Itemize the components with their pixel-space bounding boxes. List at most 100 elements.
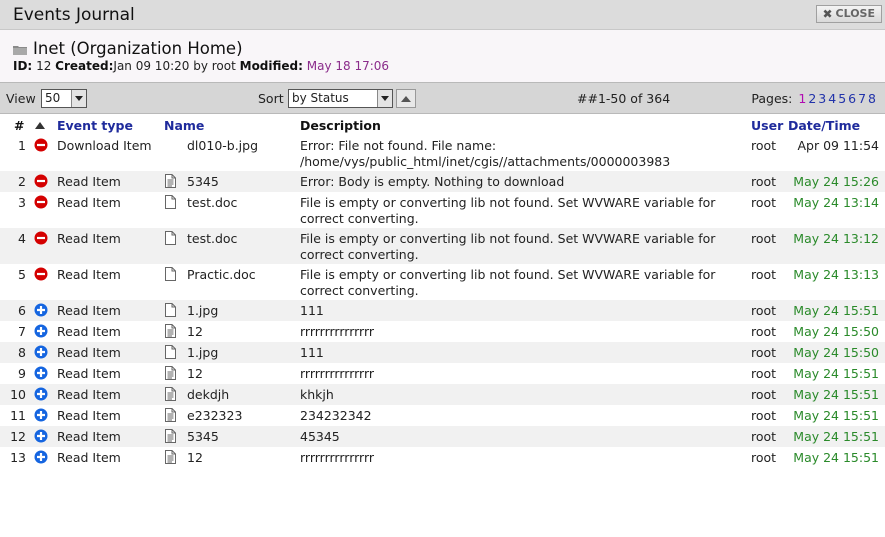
table-row[interactable]: 5 Read Item Practic.doc File is empty or co…: [0, 264, 885, 300]
page-link-2[interactable]: 2: [808, 91, 816, 106]
col-datetime[interactable]: Date/Time: [788, 118, 860, 133]
event-description: File is empty or converting lib not foun…: [300, 231, 716, 262]
blank-file-icon: [165, 345, 176, 362]
page-link-3[interactable]: 3: [818, 91, 826, 106]
table-row[interactable]: 1 Download Item dl010-b.jpg Error: File not…: [0, 135, 885, 171]
sort-asc-indicator-icon[interactable]: [35, 117, 45, 132]
event-type: Read Item: [57, 429, 121, 444]
event-datetime: May 24 15:51: [793, 366, 879, 381]
event-user: root: [751, 231, 777, 246]
col-user[interactable]: User: [751, 118, 783, 133]
item-name[interactable]: 5345: [187, 429, 219, 444]
table-row[interactable]: 9 Read Item 12 rrrrrrrrrrrrrrr root May 24 15…: [0, 363, 885, 384]
table-row[interactable]: 8 Read Item 1.jpg 111 root May 24 15:50: [0, 342, 885, 363]
info-status-icon: [34, 429, 48, 446]
table-row[interactable]: 6 Read Item 1.jpg 111 root May 24 15:51: [0, 300, 885, 321]
created-value: Jan 09 10:20 by root: [113, 59, 236, 73]
error-status-icon: [34, 267, 48, 284]
table-row[interactable]: 12 Read Item 5345 45345 root May 24 15:51: [0, 426, 885, 447]
table-row[interactable]: 13 Read Item 12 rrrrrrrrrrrrrrr root May 24 1…: [0, 447, 885, 468]
event-type: Read Item: [57, 174, 121, 189]
item-name[interactable]: test.doc: [187, 231, 237, 246]
text-file-icon: [165, 324, 176, 341]
item-name[interactable]: e232323: [187, 408, 242, 423]
window-title: Events Journal: [13, 5, 135, 25]
info-status-icon: [34, 324, 48, 341]
event-description: rrrrrrrrrrrrrrr: [300, 450, 375, 465]
item-name[interactable]: 12: [187, 366, 203, 381]
col-event-type[interactable]: Event type: [57, 118, 133, 133]
table-row[interactable]: 3 Read Item test.doc File is empty or conve…: [0, 192, 885, 228]
col-name[interactable]: Name: [164, 118, 204, 133]
org-title-text: Inet (Organization Home): [33, 39, 243, 58]
event-description: File is empty or converting lib not foun…: [300, 267, 716, 298]
event-datetime: May 24 15:50: [793, 324, 879, 339]
table-row[interactable]: 11 Read Item e232323 234232342 root May 24 15…: [0, 405, 885, 426]
event-user: root: [751, 267, 777, 282]
row-number: 2: [18, 174, 26, 189]
close-icon: ✖: [822, 7, 833, 21]
row-number: 10: [10, 387, 26, 402]
row-number: 5: [18, 267, 26, 282]
page-link-8[interactable]: 8: [868, 91, 876, 106]
blank-file-icon: [165, 267, 176, 284]
event-user: root: [751, 408, 777, 423]
table-row[interactable]: 10 Read Item dekdjh khkjh root May 24 15:51: [0, 384, 885, 405]
event-description: File is empty or converting lib not foun…: [300, 195, 716, 226]
page-link-1[interactable]: 1: [798, 91, 806, 106]
sort-direction-button[interactable]: [396, 89, 416, 108]
table-header: # Event type Name Description User Date/…: [0, 115, 885, 135]
event-type: Read Item: [57, 267, 121, 282]
event-user: root: [751, 387, 777, 402]
modified-value: May 18 17:06: [306, 59, 390, 73]
page-link-5[interactable]: 5: [838, 91, 846, 106]
chevron-down-icon: [377, 90, 392, 107]
event-type: Read Item: [57, 366, 121, 381]
item-name[interactable]: 5345: [187, 174, 219, 189]
table-row[interactable]: 2 Read Item 5345 Error: Body is empty. Noth…: [0, 171, 885, 192]
text-file-icon: [165, 450, 176, 467]
error-status-icon: [34, 231, 48, 248]
error-status-icon: [34, 138, 48, 155]
row-number: 1: [18, 138, 26, 153]
sort-select[interactable]: by Status: [288, 89, 393, 108]
item-name[interactable]: 12: [187, 450, 203, 465]
row-number: 3: [18, 195, 26, 210]
error-status-icon: [34, 174, 48, 191]
event-datetime: May 24 15:51: [793, 303, 879, 318]
event-user: root: [751, 429, 777, 444]
item-name[interactable]: test.doc: [187, 195, 237, 210]
info-status-icon: [34, 303, 48, 320]
chevron-down-icon: [71, 90, 86, 107]
page-link-6[interactable]: 6: [848, 91, 856, 106]
row-number: 8: [18, 345, 26, 360]
event-datetime: May 24 15:51: [793, 408, 879, 423]
created-label: Created:: [55, 59, 114, 73]
event-datetime: May 24 13:12: [793, 231, 879, 246]
item-name[interactable]: 1.jpg: [187, 303, 218, 318]
event-description: Error: File not found. File name: /home/…: [300, 138, 671, 169]
item-name[interactable]: 12: [187, 324, 203, 339]
event-description: 45345: [300, 429, 340, 444]
table-row[interactable]: 4 Read Item test.doc File is empty or conve…: [0, 228, 885, 264]
table-row[interactable]: 7 Read Item 12 rrrrrrrrrrrrrrr root May 24 15…: [0, 321, 885, 342]
item-name[interactable]: dl010-b.jpg: [187, 138, 258, 153]
item-name[interactable]: dekdjh: [187, 387, 229, 402]
item-meta: ID: 12 Created:Jan 09 10:20 by root Modi…: [13, 59, 389, 73]
item-name[interactable]: Practic.doc: [187, 267, 256, 282]
event-description: rrrrrrrrrrrrrrr: [300, 324, 375, 339]
event-type: Read Item: [57, 324, 121, 339]
close-button[interactable]: ✖ CLOSE: [816, 5, 882, 23]
text-file-icon: [165, 429, 176, 446]
event-user: root: [751, 174, 777, 189]
event-datetime: May 24 15:51: [793, 450, 879, 465]
view-select[interactable]: 50: [41, 89, 87, 108]
page-link-7[interactable]: 7: [858, 91, 866, 106]
text-file-icon: [165, 387, 176, 404]
item-name[interactable]: 1.jpg: [187, 345, 218, 360]
folder-icon: [13, 45, 27, 55]
blank-file-icon: [165, 231, 176, 248]
event-user: root: [751, 195, 777, 210]
event-user: root: [751, 345, 777, 360]
page-link-4[interactable]: 4: [828, 91, 836, 106]
